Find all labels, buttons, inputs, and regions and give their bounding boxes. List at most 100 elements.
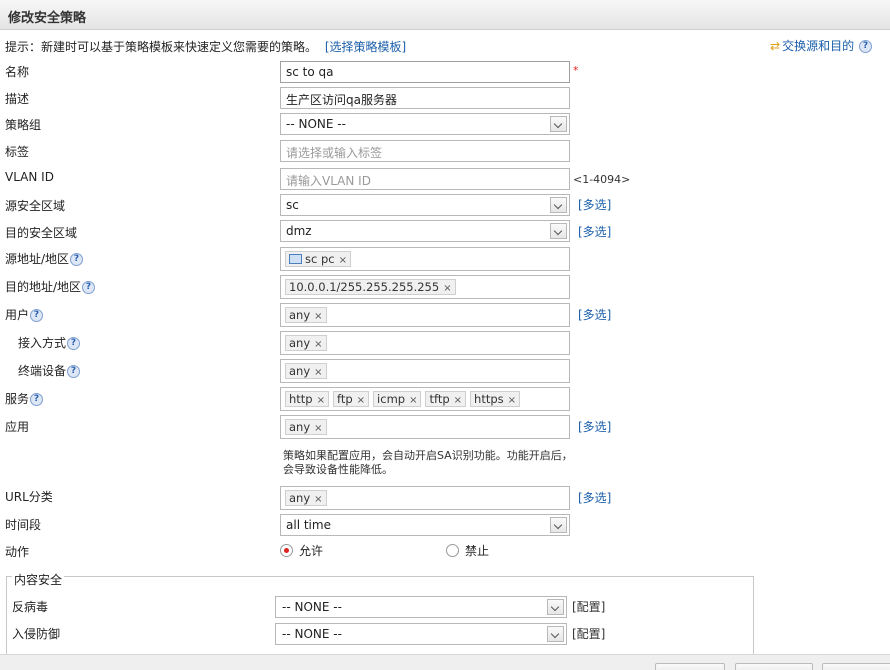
service-label-text: 服务 [5,392,30,406]
tag-chip: any × [285,363,327,379]
content-security-legend: 内容安全 [12,571,65,588]
footer-button[interactable] [735,663,813,670]
user-multi-link[interactable]: [多选] [578,306,611,323]
url-tagbox[interactable]: any × [280,486,570,510]
src-zone-label: 源安全区域 [5,199,66,213]
ips-label: 入侵防御 [12,627,61,641]
app-tagbox[interactable]: any × [280,415,570,439]
computer-icon [289,254,302,264]
tag-input[interactable]: 请选择或输入标签 [280,140,570,162]
tag-chip: tftp × [425,391,467,407]
tag-chip: any × [285,490,327,506]
close-icon[interactable]: × [454,395,462,406]
close-icon[interactable]: × [314,367,322,378]
tag-text: https [474,392,504,406]
group-label: 策略组 [5,118,42,132]
time-select[interactable]: all time [280,514,570,536]
dst-zone-multi-link[interactable]: [多选] [578,223,611,240]
app-note: 策略如果配置应用，会自动开启SA识别功能。功能开启后，会导致设备性能降低。 [283,449,573,476]
tag-chip: http × [285,391,329,407]
antivirus-config-link[interactable]: [配置] [572,598,605,615]
action-deny-radio[interactable]: 禁止 [446,542,489,559]
chevron-down-icon[interactable] [550,223,567,239]
name-value: sc to qa [286,65,334,79]
deny-label: 禁止 [465,544,490,558]
tag-placeholder: 请选择或输入标签 [286,146,383,160]
url-label: URL分类 [5,490,53,504]
src-zone-multi-link[interactable]: [多选] [578,196,611,213]
dialog-titlebar: 修改安全策略 [0,0,890,30]
vlan-range-hint: <1-4094> [573,173,631,186]
help-icon[interactable]: ? [67,337,81,350]
chevron-down-icon[interactable] [550,517,567,533]
vlan-placeholder: 请输入VLAN ID [286,174,371,188]
close-icon[interactable]: × [314,494,322,505]
dst-zone-select[interactable]: dmz [280,220,570,242]
user-label-text: 用户 [5,308,30,322]
tag-text: any [289,420,311,434]
action-allow-radio[interactable]: 允许 [280,542,323,559]
terminal-tagbox[interactable]: any × [280,359,570,383]
help-icon[interactable]: ? [30,309,44,322]
group-select[interactable]: -- NONE -- [280,113,570,135]
tag-label: 标签 [5,145,30,159]
help-icon[interactable]: ? [859,40,872,53]
action-label: 动作 [5,545,30,559]
dst-zone-value: dmz [286,224,312,238]
close-icon[interactable] [880,2,890,16]
footer-button[interactable] [655,663,725,670]
help-icon[interactable]: ? [70,253,84,266]
service-tagbox[interactable]: http × ftp × icmp × tftp × https × [280,387,570,411]
tag-text: any [289,364,311,378]
close-icon[interactable]: × [317,395,325,406]
help-icon[interactable]: ? [30,393,44,406]
user-tagbox[interactable]: any × [280,303,570,327]
antivirus-select[interactable]: -- NONE -- [275,596,567,618]
tag-chip: icmp × [373,391,422,407]
chevron-down-icon[interactable] [547,599,564,615]
dst-addr-label-text: 目的地址/地区 [5,280,82,294]
dst-zone-label: 目的安全区域 [5,226,78,240]
tag-text: http [289,392,313,406]
allow-label: 允许 [299,544,324,558]
tag-text: sc pc [305,252,335,266]
close-icon[interactable]: × [339,255,347,266]
src-addr-tagbox[interactable]: sc pc × [280,247,570,271]
access-label-text: 接入方式 [18,336,67,350]
ips-config-link[interactable]: [配置] [572,625,605,642]
required-mark: * [573,64,579,77]
tag-chip: any × [285,419,327,435]
swap-source-dest-link[interactable]: ⇄ 交换源和目的 ? [770,37,872,54]
url-multi-link[interactable]: [多选] [578,489,611,506]
choose-template-link[interactable]: [选择策略模板] [325,40,406,54]
chevron-down-icon[interactable] [550,197,567,213]
desc-input[interactable]: 生产区访问qa服务器 [280,87,570,109]
close-icon[interactable]: × [314,423,322,434]
help-icon[interactable]: ? [82,281,96,294]
chevron-down-icon[interactable] [550,116,567,132]
help-icon[interactable]: ? [67,365,81,378]
vlan-input[interactable]: 请输入VLAN ID [280,168,570,190]
footer-button[interactable] [822,663,890,670]
dst-addr-tagbox[interactable]: 10.0.0.1/255.255.255.255 × [280,275,570,299]
name-input[interactable]: sc to qa [280,61,570,83]
radio-selected-icon [280,544,293,557]
access-tagbox[interactable]: any × [280,331,570,355]
app-multi-link[interactable]: [多选] [578,418,611,435]
tag-text: any [289,491,311,505]
antivirus-label: 反病毒 [12,600,49,614]
close-icon[interactable]: × [357,395,365,406]
tag-text: any [289,336,311,350]
close-icon[interactable]: × [508,395,516,406]
close-icon[interactable]: × [443,283,451,294]
close-icon[interactable]: × [314,339,322,350]
terminal-label-text: 终端设备 [18,364,67,378]
close-icon[interactable]: × [314,311,322,322]
tag-text: any [289,308,311,322]
chevron-down-icon[interactable] [547,626,564,642]
ips-select[interactable]: -- NONE -- [275,623,567,645]
tip-text: 提示：新建时可以基于策略模板来快速定义您需要的策略。 [5,40,318,54]
swap-icon: ⇄ [770,39,781,53]
close-icon[interactable]: × [409,395,417,406]
src-zone-select[interactable]: sc [280,194,570,216]
